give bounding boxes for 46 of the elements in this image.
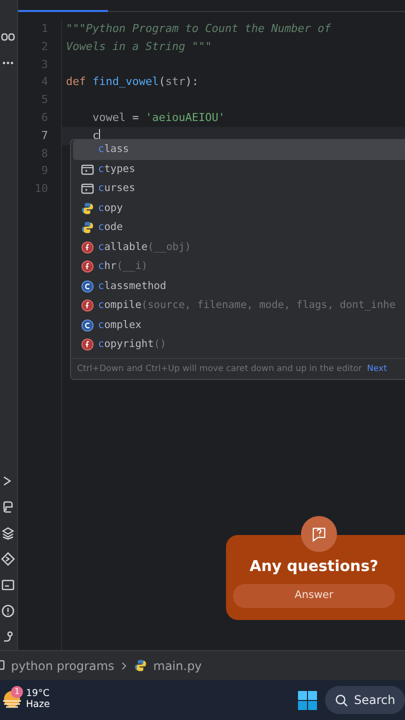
completion-item[interactable]: copyright() [73, 335, 405, 354]
code-line: def find_vowel(str): [66, 75, 198, 88]
completion-item[interactable]: classmethod [73, 276, 405, 296]
layers-icon[interactable] [1, 526, 15, 540]
completion-item[interactable]: callable(__obj) [73, 238, 405, 257]
answer-button[interactable]: Answer [233, 584, 395, 608]
code-line: c [91, 128, 100, 142]
completion-item[interactable]: complex [73, 316, 405, 335]
completion-item[interactable]: curses [73, 179, 405, 198]
class-icon [81, 280, 94, 293]
python-icon [134, 659, 148, 672]
completion-item[interactable]: code [73, 218, 405, 238]
code-line: Vowels in a String """ [66, 40, 212, 53]
class-icon [81, 318, 94, 332]
completion-item[interactable]: copy [73, 198, 405, 218]
completion-item[interactable]: compile(source, filename, mode, flags, dont_inhe [73, 296, 405, 316]
function-icon [81, 260, 94, 274]
notification-badge: 1 [11, 686, 23, 698]
breadcrumb-item[interactable]: python programs [11, 656, 114, 674]
git-icon[interactable] [1, 630, 15, 644]
chevron-icon [120, 660, 128, 670]
code-line: """Python Program to Count the Number of [66, 22, 331, 35]
function-icon [81, 299, 94, 312]
completion-item[interactable]: class [73, 140, 405, 160]
python-icon [81, 221, 94, 234]
search-icon [335, 694, 348, 706]
services-icon[interactable] [1, 552, 15, 566]
search-button[interactable]: Search [325, 686, 405, 714]
python-icon [81, 202, 94, 215]
completion-item[interactable]: chr(__i) [73, 257, 405, 276]
popup-title: Any questions? [250, 556, 378, 577]
breadcrumb-item[interactable]: main.py [153, 656, 202, 674]
weather-condition-text: Haze [26, 700, 50, 711]
code-line: vowel = 'aeiouAEIOU' [91, 110, 225, 124]
question-icon [311, 526, 327, 542]
function-icon [81, 338, 94, 352]
problems-icon[interactable] [1, 604, 15, 618]
temperature-text: 19°C [26, 689, 50, 700]
completion-item[interactable]: ctypes [73, 160, 405, 179]
terminal-window-icon[interactable] [1, 578, 15, 592]
function-icon [81, 240, 94, 254]
next-tip-link[interactable]: Next [366, 362, 387, 376]
line-number: 7 [40, 128, 48, 144]
python-console-icon[interactable] [1, 500, 15, 514]
tip-text: Ctrl+Down and Ctrl+Up will move caret down and up in the editor [77, 362, 362, 376]
windows-start-icon[interactable] [298, 690, 317, 710]
